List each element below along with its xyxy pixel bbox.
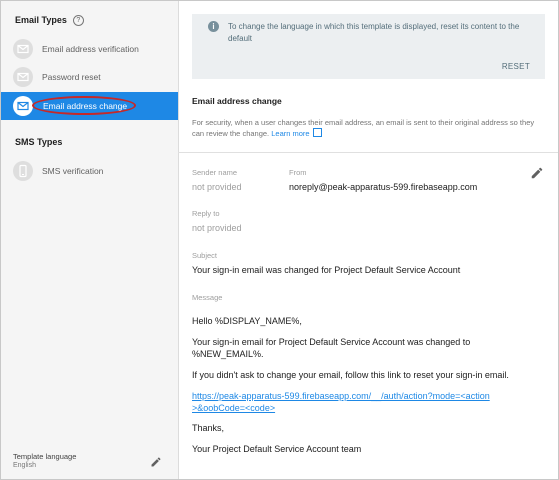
- subject-value: Your sign-in email was changed for Proje…: [192, 265, 461, 275]
- sidebar-item-password-reset[interactable]: Password reset: [1, 63, 178, 91]
- pencil-icon[interactable]: [150, 455, 162, 467]
- email-templates-window: Email Types? Email address verification …: [0, 0, 559, 480]
- email-types-heading: Email Types?: [15, 15, 84, 26]
- message-link-block: https://peak-apparatus-599.firebaseapp.c…: [192, 390, 492, 414]
- email-icon: [13, 39, 33, 59]
- sidebar-item-email-verification[interactable]: Email address verification: [1, 35, 178, 63]
- message-greeting: Hello %DISPLAY_NAME%,: [192, 316, 302, 326]
- open-in-new-icon: [312, 128, 322, 137]
- language-notice: i To change the language in which this t…: [192, 14, 545, 79]
- email-icon: [13, 67, 33, 87]
- sms-types-heading: SMS Types: [15, 137, 63, 147]
- template-description-text: For security, when a user changes their …: [192, 118, 535, 138]
- email-icon: [13, 96, 33, 116]
- message-label: Message: [192, 293, 223, 302]
- divider: [178, 152, 558, 153]
- message-signature: Your Project Default Service Account tea…: [192, 444, 362, 454]
- reply-to-value: not provided: [192, 223, 242, 233]
- from-value: noreply@peak-apparatus-599.firebaseapp.c…: [289, 182, 478, 192]
- notice-text: To change the language in which this tem…: [228, 22, 520, 43]
- reset-link[interactable]: https://peak-apparatus-599.firebaseapp.c…: [192, 391, 490, 413]
- phone-icon: [13, 161, 33, 181]
- sidebar-item-sms-verification[interactable]: SMS verification: [1, 157, 178, 185]
- subject-label: Subject: [192, 251, 218, 260]
- template-description: For security, when a user changes their …: [192, 117, 547, 139]
- pencil-icon[interactable]: [530, 166, 544, 180]
- reply-to-label: Reply to: [192, 209, 220, 218]
- sidebar-item-label: Email address verification: [42, 44, 139, 54]
- sidebar-item-email-address-change[interactable]: Email address change: [1, 92, 178, 120]
- sidebar-item-label: Password reset: [42, 72, 101, 82]
- from-label: From: [289, 168, 307, 177]
- sender-name-label: Sender name: [192, 168, 238, 177]
- highlight-circle-annotation: [32, 96, 136, 115]
- template-language-label: Template language: [13, 452, 77, 461]
- help-icon[interactable]: ?: [72, 15, 84, 26]
- template-title: Email address change: [192, 96, 282, 106]
- sidebar-item-label: SMS verification: [42, 166, 104, 176]
- template-sidebar: Email Types? Email address verification …: [1, 1, 179, 479]
- info-icon: i: [208, 21, 219, 32]
- reset-button[interactable]: RESET: [502, 62, 530, 71]
- sender-name-value: not provided: [192, 182, 242, 192]
- template-language-value: English: [13, 462, 36, 469]
- message-thanks: Thanks,: [192, 423, 225, 433]
- message-body-2: If you didn't ask to change your email, …: [192, 370, 509, 380]
- message-body-1: Your sign-in email for Project Default S…: [192, 337, 471, 359]
- learn-more-link[interactable]: Learn more: [271, 129, 309, 138]
